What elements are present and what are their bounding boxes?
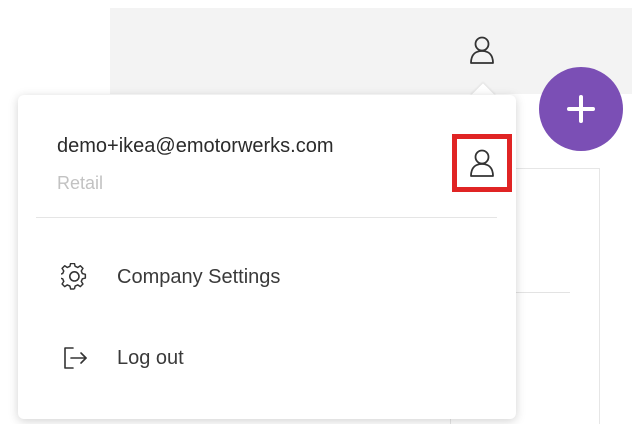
company-settings-menu-item[interactable]: Company Settings xyxy=(57,257,487,297)
gear-icon xyxy=(57,259,93,295)
logout-icon xyxy=(57,340,93,376)
user-dropdown-menu: demo+ikea@emotorwerks.com Retail Company… xyxy=(18,95,516,419)
user-icon xyxy=(470,149,494,177)
menu-divider xyxy=(36,217,497,218)
user-icon xyxy=(470,36,494,64)
log-out-label: Log out xyxy=(117,346,184,369)
company-settings-label: Company Settings xyxy=(117,265,281,288)
user-email: demo+ikea@emotorwerks.com xyxy=(57,135,334,157)
log-out-menu-item[interactable]: Log out xyxy=(57,338,487,378)
top-left-panel xyxy=(0,0,110,94)
profile-button[interactable] xyxy=(452,134,512,192)
user-role: Retail xyxy=(57,173,104,193)
add-fab-button[interactable] xyxy=(539,67,623,151)
header-user-icon[interactable] xyxy=(467,33,497,67)
plus-icon xyxy=(567,95,595,123)
